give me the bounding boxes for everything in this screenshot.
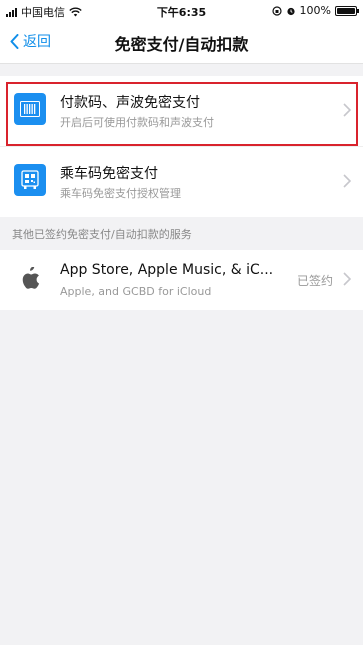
nav-bar: 返回 免密支付/自动扣款 (0, 20, 363, 64)
page-title: 免密支付/自动扣款 (114, 35, 249, 54)
section-label: 其他已签约免密支付/自动扣款的服务 (12, 228, 192, 241)
list-item-subtitle: 开启后可使用付款码和声波支付 (60, 116, 214, 129)
apple-icon (22, 267, 40, 289)
list-item-title: 付款码、声波免密支付 (60, 95, 200, 111)
chevron-right-icon (343, 174, 351, 188)
service-title: App Store, Apple Music, & iC... (60, 262, 274, 278)
list-item-apple-service[interactable]: App Store, Apple Music, & iC... Apple, a… (0, 250, 363, 310)
list-item-qr-sonic-pay[interactable]: 付款码、声波免密支付 开启后可使用付款码和声波支付 (0, 76, 363, 146)
payment-options-list: 付款码、声波免密支付 开启后可使用付款码和声波支付 乘车码免密支付 乘车码免密支… (0, 76, 363, 217)
orientation-lock-icon (271, 5, 282, 16)
list-item-subtitle: 乘车码免密支付授权管理 (60, 187, 181, 200)
status-right: 100% (271, 4, 359, 17)
alarm-icon (286, 7, 295, 15)
chevron-right-icon (343, 272, 351, 286)
status-bar: 中国电信 下午6:35 100% (0, 0, 363, 20)
chevron-right-icon (343, 103, 351, 117)
list-item-title: 乘车码免密支付 (60, 166, 158, 182)
list-item-bus-code-pay[interactable]: 乘车码免密支付 乘车码免密支付授权管理 (0, 146, 363, 217)
battery-percent: 100% (299, 4, 331, 17)
battery-icon (335, 5, 359, 16)
barcode-icon (14, 93, 46, 125)
service-subtitle: Apple, and GCBD for iCloud (60, 285, 212, 298)
qr-bus-icon (14, 164, 46, 196)
service-status: 已签约 (296, 274, 333, 288)
